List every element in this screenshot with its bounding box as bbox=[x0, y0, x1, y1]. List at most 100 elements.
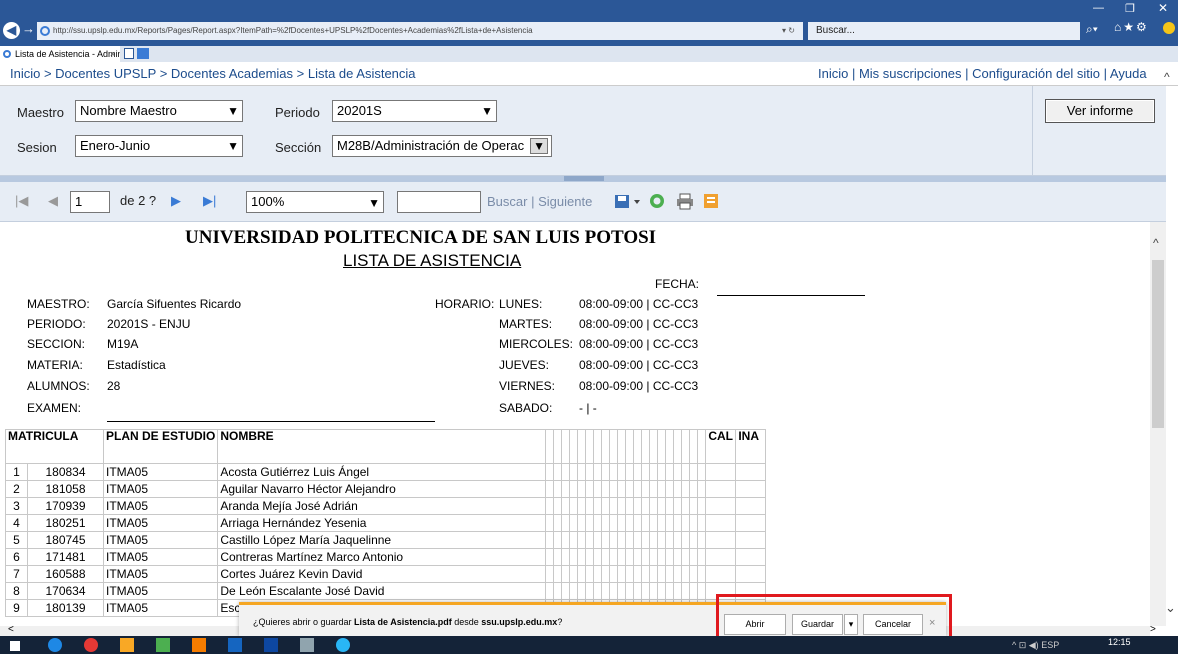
attendance-cell bbox=[569, 480, 579, 498]
refresh-dropdown-icon[interactable]: ▾ ↻ bbox=[782, 22, 795, 40]
refresh-icon[interactable] bbox=[648, 192, 666, 210]
report-toolbar: |◀ ◀ 1 de 2 ? ▶ ▶| 100% ▼ Buscar | Siguie… bbox=[0, 182, 1166, 222]
start-icon[interactable] bbox=[10, 641, 20, 651]
print-icon[interactable] bbox=[676, 192, 694, 210]
matricula-cell: 180251 bbox=[27, 514, 104, 532]
app-icon[interactable] bbox=[156, 638, 170, 652]
chrome-icon[interactable] bbox=[84, 638, 98, 652]
word-icon[interactable] bbox=[264, 638, 278, 652]
forward-icon[interactable]: → bbox=[22, 21, 35, 36]
attendance-cell bbox=[609, 531, 619, 549]
first-page-icon[interactable]: |◀ bbox=[15, 193, 28, 209]
smiley-icon[interactable] bbox=[1163, 22, 1175, 34]
attendance-cell bbox=[665, 514, 675, 532]
maestro-select[interactable]: Nombre Maestro ▼ bbox=[75, 100, 243, 122]
close-window-icon[interactable]: ✕ bbox=[1158, 1, 1168, 15]
attendance-cell bbox=[697, 531, 707, 549]
scroll-thumb[interactable] bbox=[1152, 260, 1164, 428]
examen-label: EXAMEN: bbox=[27, 401, 82, 415]
fecha-label: FECHA: bbox=[655, 277, 700, 291]
attendance-grid-cell bbox=[681, 429, 691, 464]
home-icon[interactable]: ⌂ bbox=[1114, 20, 1123, 34]
attendance-cell bbox=[545, 463, 555, 481]
last-page-icon[interactable]: ▶| bbox=[203, 193, 216, 209]
attendance-cell bbox=[601, 565, 611, 583]
next-page-icon[interactable]: ▶ bbox=[171, 193, 181, 209]
seccion-select[interactable]: M28B/Administración de Operac ▼ bbox=[332, 135, 552, 157]
datafeed-icon[interactable] bbox=[702, 192, 720, 210]
scroll-up-icon[interactable]: ^ bbox=[1153, 236, 1159, 250]
col-nombre: NOMBRE bbox=[217, 429, 547, 464]
app-icon[interactable] bbox=[300, 638, 314, 652]
export-icon[interactable] bbox=[614, 192, 642, 210]
attendance-cell bbox=[697, 497, 707, 515]
attendance-cell bbox=[569, 565, 579, 583]
top-links[interactable]: Inicio | Mis suscripciones | Configuraci… bbox=[818, 66, 1147, 81]
toolbar-icons[interactable]: ⌂★⚙ bbox=[1114, 20, 1149, 34]
maestro-value: García Sifuentes Ricardo bbox=[107, 297, 242, 311]
zoom-select[interactable]: 100% ▼ bbox=[246, 191, 384, 213]
attendance-cell bbox=[633, 565, 643, 583]
scroll-left-icon[interactable]: < bbox=[8, 624, 14, 635]
app-icon[interactable] bbox=[192, 638, 206, 652]
tab-close-icon[interactable]: × bbox=[110, 46, 115, 62]
sesion-select[interactable]: Enero-Junio ▼ bbox=[75, 135, 243, 157]
scroll-up-icon[interactable]: ^ bbox=[1164, 70, 1170, 84]
nombre-cell: Castillo López María Jaquelinne bbox=[217, 531, 547, 549]
seccion-label: Sección bbox=[275, 140, 322, 155]
folder-icon[interactable] bbox=[120, 638, 134, 652]
chevron-down-icon: ▼ bbox=[530, 138, 548, 154]
attendance-cell bbox=[689, 565, 699, 583]
attendance-cell bbox=[673, 582, 683, 600]
find-link[interactable]: Buscar bbox=[487, 194, 527, 209]
scroll-down-icon[interactable]: ⌄⌄ bbox=[1165, 600, 1178, 616]
find-next-link[interactable]: Siguiente bbox=[538, 194, 592, 209]
col-cal: CAL bbox=[705, 429, 737, 464]
find-text-input[interactable] bbox=[397, 191, 481, 213]
matricula-cell: 181058 bbox=[27, 480, 104, 498]
matricula-cell: 180834 bbox=[27, 463, 104, 481]
prev-page-icon[interactable]: ◀ bbox=[48, 193, 58, 209]
ie-icon[interactable] bbox=[336, 638, 350, 652]
gear-icon[interactable]: ⚙ bbox=[1136, 20, 1149, 34]
plan-cell: ITMA05 bbox=[102, 548, 219, 566]
nombre-cell: Cortes Juárez Kevin David bbox=[217, 565, 547, 583]
periodo-select[interactable]: 20201S ▼ bbox=[332, 100, 497, 122]
attendance-cell bbox=[705, 463, 737, 481]
search-icon[interactable]: ⌕▾ bbox=[1086, 22, 1098, 37]
attendance-cell bbox=[641, 514, 651, 532]
attendance-cell bbox=[657, 531, 667, 549]
attendance-cell bbox=[641, 548, 651, 566]
breadcrumb[interactable]: Inicio > Docentes UPSLP > Docentes Acade… bbox=[10, 66, 416, 81]
university-title: UNIVERSIDAD POLITECNICA DE SAN LUIS POTO… bbox=[185, 227, 657, 248]
edge-icon[interactable] bbox=[48, 638, 62, 652]
table-body: 1 180834 ITMA05 Acosta Gutiérrez Luis Ángel… bbox=[5, 463, 767, 617]
page-number-input[interactable]: 1 bbox=[70, 191, 110, 213]
attendance-grid-cell bbox=[617, 429, 627, 464]
vertical-scrollbar[interactable]: ^ bbox=[1150, 222, 1166, 626]
attendance-grid-cell bbox=[697, 429, 707, 464]
scroll-right-icon[interactable]: > bbox=[1150, 624, 1156, 635]
maximize-icon[interactable]: ❐ bbox=[1125, 2, 1135, 15]
attendance-cell bbox=[689, 463, 699, 481]
star-icon[interactable]: ★ bbox=[1123, 20, 1136, 34]
back-icon[interactable]: ◀ bbox=[3, 22, 20, 39]
periodo-label: PERIODO: bbox=[27, 317, 86, 331]
attendance-cell bbox=[617, 463, 627, 481]
splitter-grip[interactable] bbox=[564, 176, 604, 181]
minimize-icon[interactable]: — bbox=[1093, 2, 1104, 14]
attendance-cell bbox=[705, 514, 737, 532]
plan-cell: ITMA05 bbox=[102, 497, 219, 515]
tab-lista-asistencia[interactable]: Lista de Asistencia - Admini... × bbox=[0, 46, 120, 62]
system-tray[interactable]: ^ ⊡ ◀) ESP bbox=[1012, 640, 1059, 651]
chevron-down-icon: ▼ bbox=[481, 104, 493, 118]
view-report-button[interactable]: Ver informe bbox=[1045, 99, 1155, 123]
address-bar[interactable]: http://ssu.upslp.edu.mx/Reports/Pages/Re… bbox=[37, 22, 803, 40]
attendance-cell bbox=[601, 497, 611, 515]
taskbar: ^ ⊡ ◀) ESP 12:15 bbox=[0, 636, 1178, 654]
new-tab-icon[interactable] bbox=[124, 48, 134, 59]
app-icon[interactable] bbox=[228, 638, 242, 652]
edge-icon[interactable] bbox=[137, 48, 149, 59]
attendance-cell bbox=[561, 497, 571, 515]
search-input[interactable]: Buscar... bbox=[808, 22, 1080, 40]
